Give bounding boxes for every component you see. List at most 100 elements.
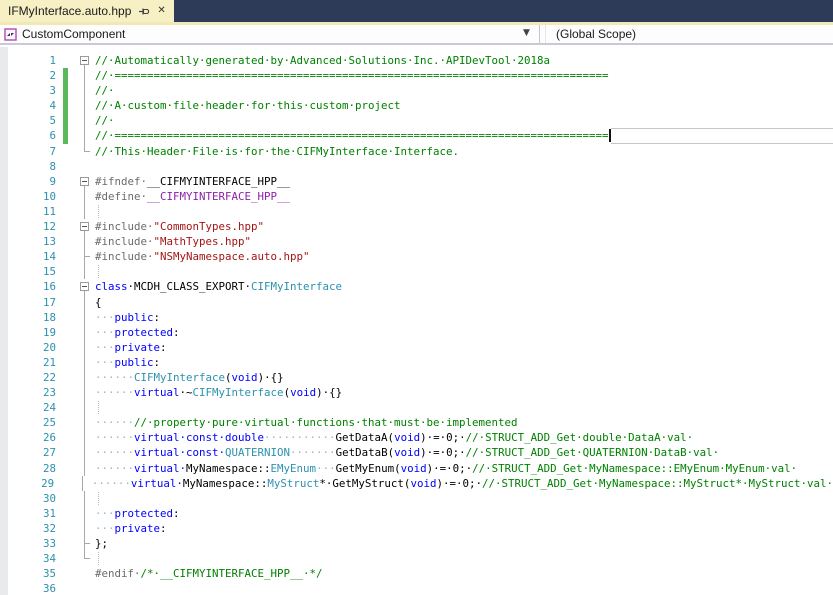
code-editor[interactable]: 1 //·Automatically·generated·by·Advanced·… bbox=[0, 47, 833, 595]
code-line[interactable]: 5//· bbox=[0, 113, 833, 128]
code-text[interactable]: ···protected: bbox=[95, 506, 833, 521]
code-line[interactable]: 3 //· bbox=[0, 83, 833, 98]
line-number[interactable]: 30 bbox=[0, 491, 62, 506]
code-line[interactable]: 28······virtual·MyNamespace::EMyEnum···G… bbox=[0, 461, 833, 476]
fold-collapse-icon[interactable] bbox=[70, 279, 95, 294]
code-text[interactable]: ······//·property·pure·virtual·functions… bbox=[95, 415, 833, 430]
code-line[interactable]: 13 #include·"MathTypes.hpp" bbox=[0, 234, 833, 249]
code-text[interactable] bbox=[95, 204, 833, 219]
code-line[interactable]: 31 ···protected: bbox=[0, 506, 833, 521]
code-text[interactable]: ···private: bbox=[95, 521, 833, 536]
code-line[interactable]: 15 bbox=[0, 264, 833, 279]
code-line[interactable]: 2 //·====================================… bbox=[0, 68, 833, 83]
line-number[interactable]: 5 bbox=[0, 113, 62, 128]
line-number[interactable]: 33 bbox=[0, 536, 62, 551]
code-line[interactable]: 10 #define·__CIFMYINTERFACE_HPP__ bbox=[0, 189, 833, 204]
line-number[interactable]: 1 bbox=[0, 53, 62, 68]
code-line[interactable]: 26······virtual·const·double···········G… bbox=[0, 430, 833, 445]
code-line[interactable]: 7 //·This·Header·File·is·for·the·CIFMyInt… bbox=[0, 144, 833, 159]
code-text[interactable]: //· bbox=[95, 83, 833, 98]
code-text[interactable]: #ifndef·__CIFMYINTERFACE_HPP__ bbox=[95, 174, 833, 189]
line-number[interactable]: 4 bbox=[0, 98, 62, 113]
document-tab[interactable]: IFMyInterface.auto.hpp ✕ bbox=[0, 0, 174, 22]
code-line[interactable]: 30 bbox=[0, 491, 833, 506]
code-text[interactable]: //·Automatically·generated·by·Advanced·S… bbox=[95, 53, 833, 68]
code-text[interactable]: ······CIFMyInterface(void)·{} bbox=[95, 370, 833, 385]
code-text[interactable]: #endif·/*·__CIFMYINTERFACE_HPP__·*/ bbox=[95, 566, 833, 581]
fold-collapse-icon[interactable] bbox=[70, 174, 95, 189]
code-line[interactable]: 23······virtual·~CIFMyInterface(void)·{} bbox=[0, 385, 833, 400]
line-number[interactable]: 7 bbox=[0, 144, 62, 159]
close-icon[interactable]: ✕ bbox=[157, 6, 165, 16]
code-text[interactable] bbox=[95, 159, 833, 174]
line-number[interactable]: 25 bbox=[0, 415, 62, 430]
code-text[interactable]: //·This·Header·File·is·for·the·CIFMyInte… bbox=[95, 144, 833, 159]
code-line[interactable]: 18 ···public: bbox=[0, 310, 833, 325]
line-number[interactable]: 21 bbox=[0, 355, 62, 370]
code-line[interactable]: 9 #ifndef·__CIFMYINTERFACE_HPP__ bbox=[0, 174, 833, 189]
line-number[interactable]: 9 bbox=[0, 174, 62, 189]
code-line[interactable]: 29······virtual·MyNamespace::MyStruct*·G… bbox=[0, 476, 833, 491]
code-text[interactable]: #include·"MathTypes.hpp" bbox=[95, 234, 833, 249]
line-number[interactable]: 12 bbox=[0, 219, 62, 234]
line-number[interactable]: 11 bbox=[0, 204, 62, 219]
pin-icon[interactable] bbox=[138, 5, 150, 17]
code-text[interactable] bbox=[95, 581, 833, 595]
code-text[interactable]: #include·"NSMyNamespace.auto.hpp" bbox=[95, 249, 833, 264]
line-number[interactable]: 26 bbox=[0, 430, 62, 445]
code-line[interactable]: 20···private: bbox=[0, 340, 833, 355]
line-number[interactable]: 13 bbox=[0, 234, 62, 249]
types-dropdown[interactable]: CustomComponent bbox=[22, 27, 125, 41]
code-line[interactable]: 36 bbox=[0, 581, 833, 595]
line-number[interactable]: 28 bbox=[0, 461, 62, 476]
scope-dropdown[interactable]: (Global Scope) bbox=[556, 27, 636, 41]
line-number[interactable]: 23 bbox=[0, 385, 62, 400]
code-text[interactable]: ···public: bbox=[95, 355, 833, 370]
code-line[interactable]: 12 #include·"CommonTypes.hpp" bbox=[0, 219, 833, 234]
code-line[interactable]: 24 bbox=[0, 400, 833, 415]
code-text[interactable]: #include·"CommonTypes.hpp" bbox=[95, 219, 833, 234]
line-number[interactable]: 2 bbox=[0, 68, 62, 83]
line-number[interactable]: 24 bbox=[0, 400, 62, 415]
code-line[interactable]: 17{ bbox=[0, 295, 833, 310]
code-line[interactable]: 14#include·"NSMyNamespace.auto.hpp" bbox=[0, 249, 833, 264]
code-text[interactable]: ···protected: bbox=[95, 325, 833, 340]
line-number[interactable]: 16 bbox=[0, 279, 62, 294]
line-number[interactable]: 32 bbox=[0, 521, 62, 536]
line-number[interactable]: 36 bbox=[0, 581, 62, 595]
line-number[interactable]: 20 bbox=[0, 340, 62, 355]
code-line[interactable]: 6 //·====================================… bbox=[0, 128, 833, 143]
fold-collapse-icon[interactable] bbox=[70, 53, 95, 68]
code-line[interactable]: 22······CIFMyInterface(void)·{} bbox=[0, 370, 833, 385]
code-text[interactable]: //·A·custom·file·header·for·this·custom·… bbox=[95, 98, 833, 113]
line-number[interactable]: 31 bbox=[0, 506, 62, 521]
code-line[interactable]: 4 //·A·custom·file·header·for·this·custom… bbox=[0, 98, 833, 113]
code-line[interactable]: 34 bbox=[0, 551, 833, 566]
code-text[interactable]: }; bbox=[95, 536, 833, 551]
code-text[interactable]: class·MCDH_CLASS_EXPORT·CIFMyInterface bbox=[95, 279, 833, 294]
code-text[interactable] bbox=[95, 551, 833, 566]
line-number[interactable]: 10 bbox=[0, 189, 62, 204]
code-text[interactable]: ······virtual·const·QUATERNION·······Get… bbox=[95, 445, 833, 460]
line-number[interactable]: 27 bbox=[0, 445, 62, 460]
code-text[interactable]: ···public: bbox=[95, 310, 833, 325]
line-number[interactable]: 18 bbox=[0, 310, 62, 325]
line-number[interactable]: 6 bbox=[0, 128, 62, 143]
chevron-down-icon[interactable]: ▼ bbox=[523, 28, 530, 38]
line-number[interactable]: 34 bbox=[0, 551, 62, 566]
code-text[interactable] bbox=[95, 400, 833, 415]
code-line[interactable]: 19···protected: bbox=[0, 325, 833, 340]
code-text[interactable]: //·=====================================… bbox=[95, 68, 833, 83]
code-line[interactable]: 16 class·MCDH_CLASS_EXPORT·CIFMyInterface bbox=[0, 279, 833, 294]
line-number[interactable]: 3 bbox=[0, 83, 62, 98]
line-number[interactable]: 15 bbox=[0, 264, 62, 279]
code-text[interactable]: ······virtual·MyNamespace::MyStruct*·Get… bbox=[92, 476, 833, 491]
code-line[interactable]: 35#endif·/*·__CIFMYINTERFACE_HPP__·*/ bbox=[0, 566, 833, 581]
code-line[interactable]: 21 ···public: bbox=[0, 355, 833, 370]
code-line[interactable]: 33}; bbox=[0, 536, 833, 551]
code-line[interactable]: 32 ···private: bbox=[0, 521, 833, 536]
code-text[interactable]: //·=====================================… bbox=[95, 128, 833, 143]
code-line[interactable]: 1 //·Automatically·generated·by·Advanced·… bbox=[0, 53, 833, 68]
code-text[interactable] bbox=[95, 491, 833, 506]
code-text[interactable]: #define·__CIFMYINTERFACE_HPP__ bbox=[95, 189, 833, 204]
